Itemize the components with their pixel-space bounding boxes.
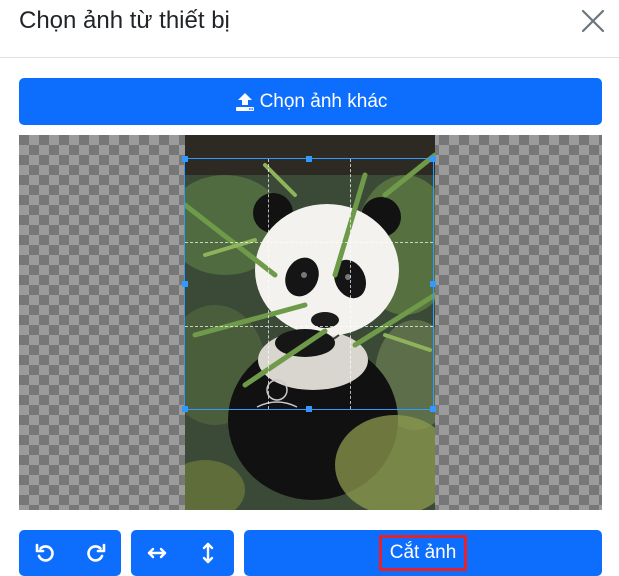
choose-another-image-label: Chọn ảnh khác	[259, 90, 388, 112]
crop-image-label: Cắt ảnh	[378, 535, 468, 571]
crop-image-button[interactable]: Cắt ảnh	[244, 530, 602, 576]
modal-title: Chọn ảnh từ thiết bị	[19, 7, 230, 34]
crop-handle-s[interactable]	[306, 406, 312, 412]
crop-handle-ne[interactable]	[430, 156, 436, 162]
crop-guide-line	[185, 325, 433, 327]
upload-icon	[235, 92, 254, 111]
crop-handle-e[interactable]	[430, 281, 436, 287]
flip-vertical-button[interactable]	[194, 539, 222, 567]
crop-selection-box[interactable]	[182, 156, 436, 412]
rotate-left-icon	[35, 543, 54, 562]
flip-horizontal-icon	[147, 547, 166, 559]
crop-guide-line	[267, 159, 269, 409]
rotate-right-button[interactable]	[82, 539, 110, 567]
rotate-right-icon	[86, 543, 105, 562]
flip-horizontal-button[interactable]	[143, 539, 171, 567]
close-button[interactable]	[578, 6, 608, 36]
choose-another-image-button[interactable]: Chọn ảnh khác	[19, 78, 602, 125]
crop-guide-line	[350, 159, 352, 409]
rotate-left-button[interactable]	[31, 539, 59, 567]
crop-guide-line	[185, 242, 433, 244]
modal-header: Chọn ảnh từ thiết bị	[0, 0, 619, 58]
crop-handle-n[interactable]	[306, 156, 312, 162]
flip-vertical-icon	[203, 542, 214, 564]
crop-handle-w[interactable]	[182, 281, 188, 287]
crop-handle-nw[interactable]	[182, 156, 188, 162]
flip-button-group	[131, 530, 234, 576]
rotate-button-group	[19, 530, 121, 576]
crop-handle-sw[interactable]	[182, 406, 188, 412]
close-icon	[581, 9, 605, 33]
crop-canvas[interactable]	[19, 135, 602, 510]
crop-handle-se[interactable]	[430, 406, 436, 412]
